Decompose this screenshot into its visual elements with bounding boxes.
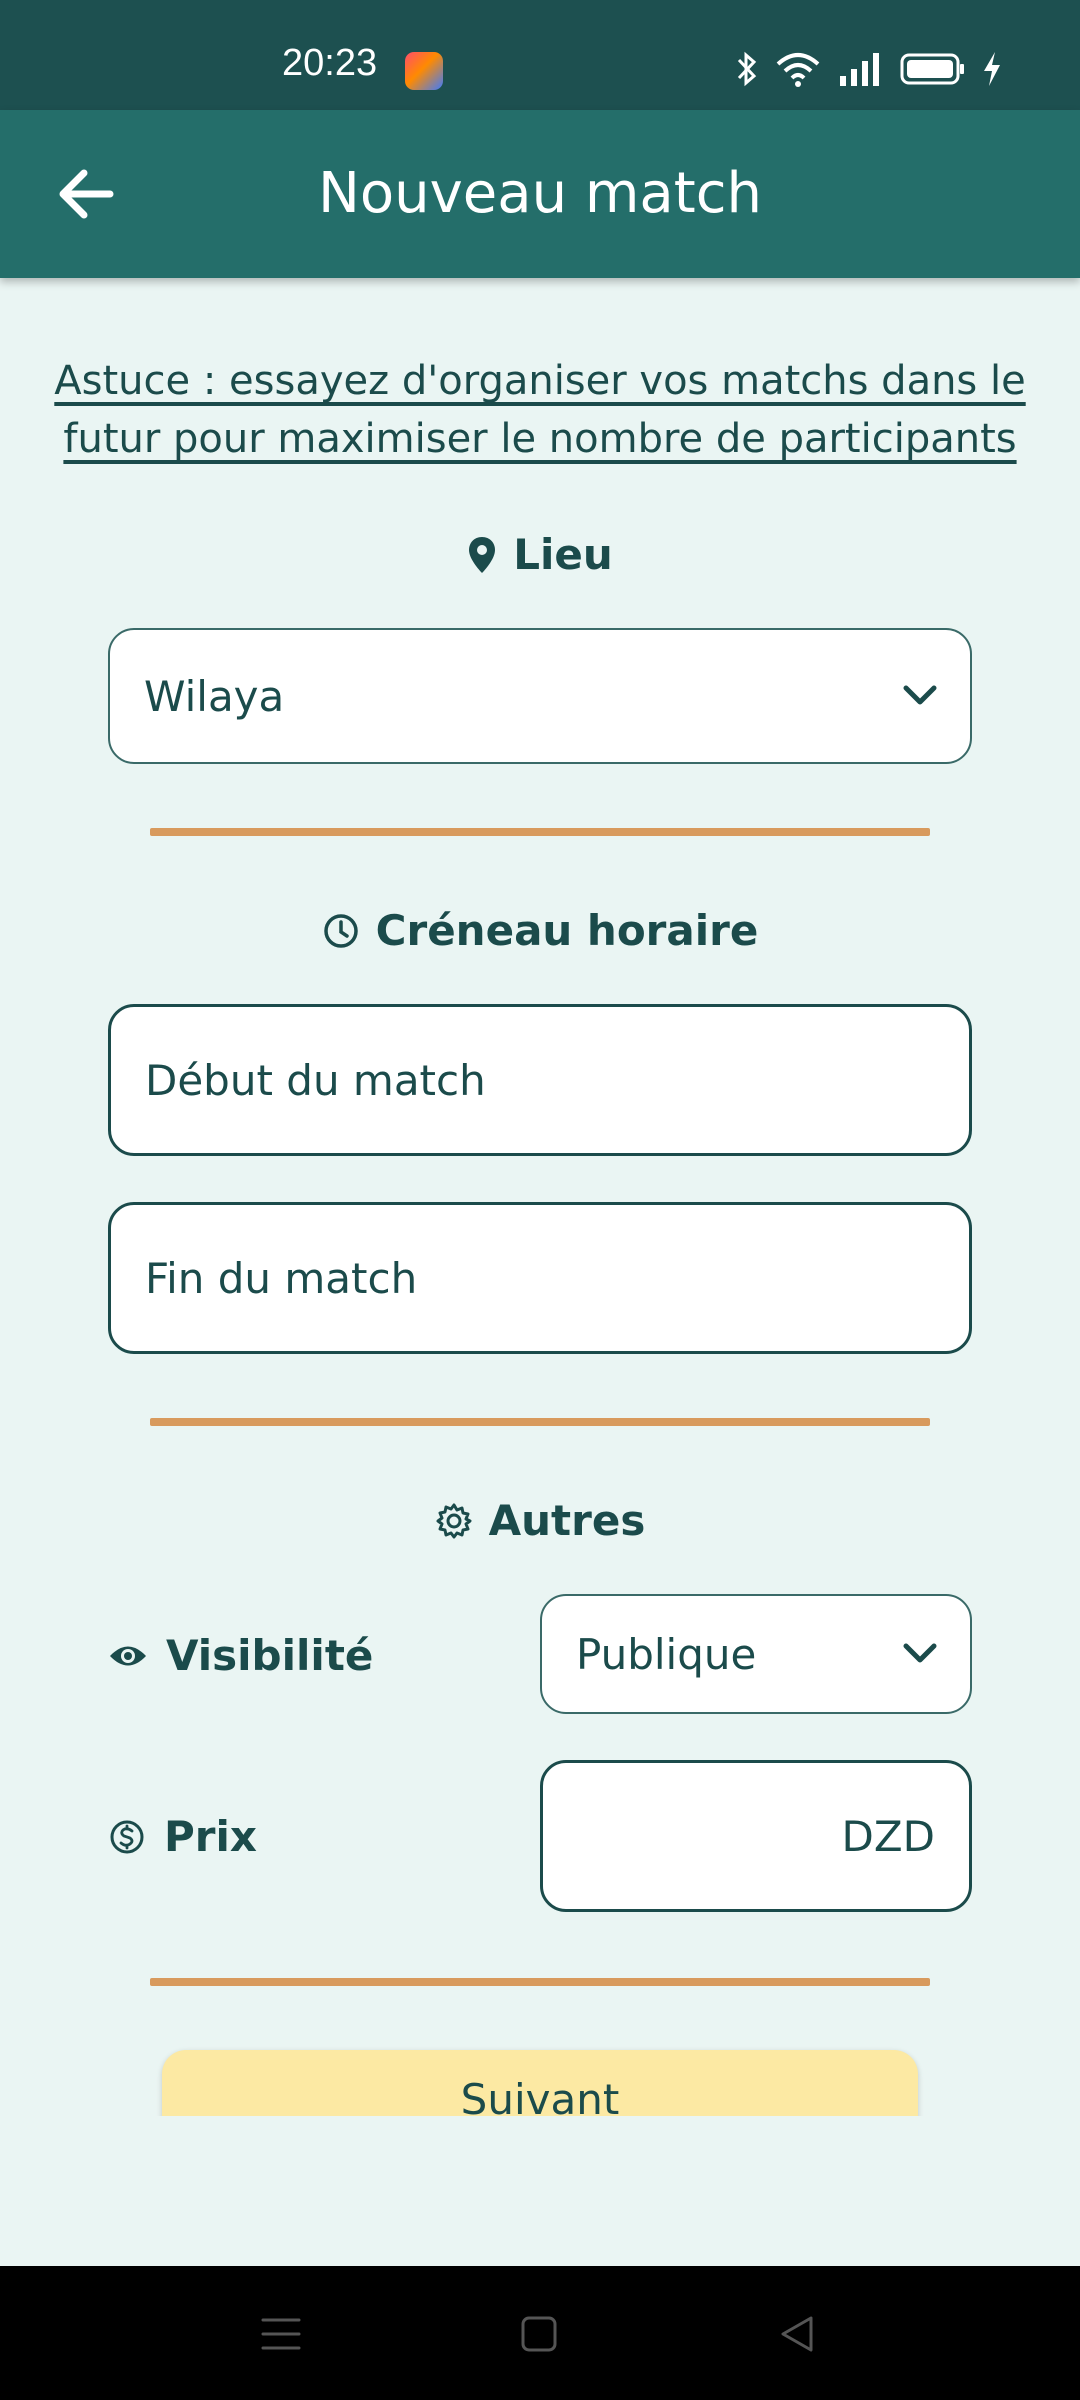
bluetooth-icon xyxy=(737,51,757,87)
tip-link[interactable]: Astuce : essayez d'organiser vos matchs … xyxy=(40,352,1040,468)
divider xyxy=(150,1418,930,1426)
divider xyxy=(150,828,930,836)
menu-icon[interactable] xyxy=(253,2306,309,2362)
battery-icon xyxy=(900,53,964,85)
price-currency: DZD xyxy=(841,1811,935,1861)
chevron-down-icon xyxy=(903,1643,937,1663)
back-icon[interactable] xyxy=(769,2306,825,2362)
visibility-select[interactable]: Publique xyxy=(540,1594,972,1714)
status-time: 20:23 xyxy=(282,42,378,84)
visibility-label-text: Visibilité xyxy=(166,1631,374,1680)
eye-icon xyxy=(110,1646,146,1666)
match-end-placeholder: Fin du match xyxy=(145,1253,418,1303)
visibility-label: Visibilité xyxy=(108,1628,373,1684)
location-section-title: Lieu xyxy=(0,527,1080,583)
status-icons xyxy=(736,50,1002,88)
clock-icon xyxy=(323,914,358,948)
location-title: Lieu xyxy=(513,530,613,579)
visibility-select-value: Publique xyxy=(576,1629,757,1679)
system-nav-bar xyxy=(0,2266,1080,2400)
wilaya-select[interactable]: Wilaya xyxy=(108,628,972,764)
app-bar: Nouveau match xyxy=(0,110,1080,278)
price-input[interactable]: DZD xyxy=(540,1760,972,1912)
match-start-field[interactable]: Début du match xyxy=(108,1004,972,1156)
price-label-text: Prix xyxy=(164,1812,257,1861)
map-pin-icon xyxy=(469,537,496,573)
time-slot-title: Créneau horaire xyxy=(375,906,759,955)
next-button-clip: Suivant xyxy=(0,2030,1080,2116)
wifi-icon xyxy=(776,53,820,87)
price-label: Prix xyxy=(108,1809,257,1865)
next-button[interactable]: Suivant xyxy=(162,2050,918,2116)
match-start-placeholder: Début du match xyxy=(145,1055,486,1105)
others-section-title: Autres xyxy=(0,1493,1080,1549)
app-notification-icon xyxy=(405,52,443,90)
chevron-down-icon xyxy=(903,685,937,705)
gear-icon xyxy=(436,1503,472,1539)
home-icon[interactable] xyxy=(511,2306,567,2362)
match-end-field[interactable]: Fin du match xyxy=(108,1202,972,1354)
status-bar: 20:23 xyxy=(0,0,1080,110)
divider xyxy=(150,1978,930,1986)
time-slot-section-title: Créneau horaire xyxy=(0,903,1080,959)
signal-icon xyxy=(840,53,879,86)
page-title: Nouveau match xyxy=(318,161,762,226)
wilaya-select-value: Wilaya xyxy=(144,671,285,721)
dollar-icon xyxy=(110,1820,144,1854)
charging-icon xyxy=(984,52,1000,86)
others-title: Autres xyxy=(488,1496,646,1545)
